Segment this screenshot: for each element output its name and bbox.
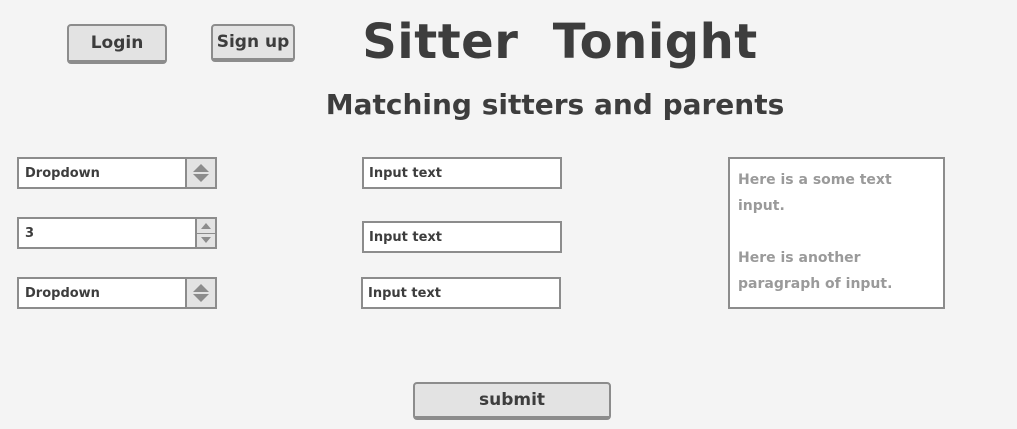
stepper-value: 3 bbox=[25, 225, 35, 241]
text-area-paragraph-2: Here is another paragraph of input. bbox=[738, 250, 893, 292]
signup-button[interactable]: Sign up bbox=[211, 24, 295, 62]
dropdown-2[interactable]: Dropdown bbox=[17, 277, 217, 309]
page-title: Sitter Tonight bbox=[362, 14, 758, 70]
page: Login Sign up Sitter Tonight Matching si… bbox=[0, 0, 1017, 429]
stepper-down-button[interactable] bbox=[197, 234, 215, 248]
page-subtitle: Matching sitters and parents bbox=[325, 88, 785, 121]
stepper-down-icon bbox=[201, 237, 211, 244]
dropdown-2-value: Dropdown bbox=[25, 285, 100, 301]
text-input-3-value: Input text bbox=[368, 285, 442, 301]
stepper-up-icon bbox=[201, 222, 211, 229]
triangle-up-icon bbox=[193, 284, 209, 292]
number-stepper[interactable]: 3 bbox=[17, 217, 217, 249]
text-area[interactable]: Here is a some text input. Here is anoth… bbox=[728, 157, 945, 309]
text-area-paragraph-1: Here is a some text input. bbox=[738, 172, 892, 214]
triangle-up-icon bbox=[193, 164, 209, 172]
dropdown-arrows-icon[interactable] bbox=[185, 159, 215, 187]
stepper-up-button[interactable] bbox=[197, 219, 215, 234]
dropdown-arrows-icon[interactable] bbox=[185, 279, 215, 307]
dropdown-1-value: Dropdown bbox=[25, 165, 100, 181]
stepper-arrows-icon bbox=[195, 219, 215, 247]
triangle-down-icon bbox=[193, 174, 209, 182]
text-input-2-value: Input text bbox=[369, 229, 443, 245]
text-input-1-value: Input text bbox=[369, 165, 443, 181]
dropdown-1[interactable]: Dropdown bbox=[17, 157, 217, 189]
text-input-2[interactable]: Input text bbox=[362, 221, 562, 253]
submit-button[interactable]: submit bbox=[413, 382, 611, 420]
text-input-3[interactable]: Input text bbox=[361, 277, 561, 309]
text-input-1[interactable]: Input text bbox=[362, 157, 562, 189]
login-button[interactable]: Login bbox=[67, 24, 167, 64]
triangle-down-icon bbox=[193, 294, 209, 302]
